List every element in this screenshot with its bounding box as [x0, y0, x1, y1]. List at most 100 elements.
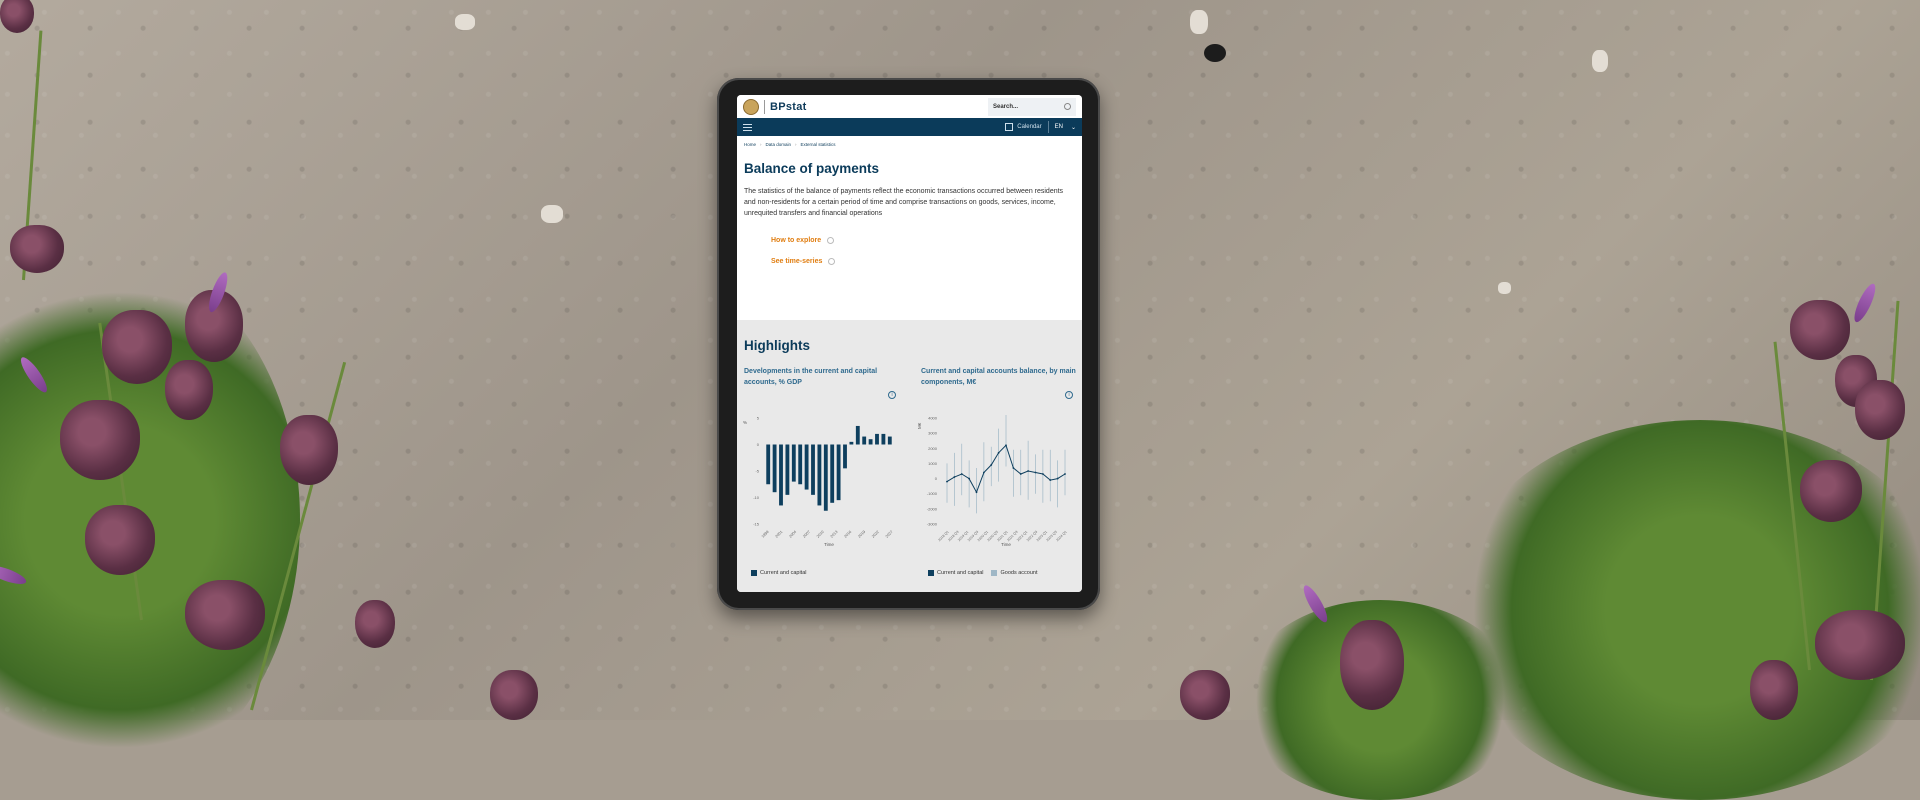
- x-axis-label: Time: [824, 542, 834, 547]
- y-tick-label: -10: [753, 495, 760, 500]
- highlights-section: Highlights Developments in the current a…: [737, 320, 1082, 592]
- bar: [881, 433, 886, 445]
- bar: [791, 444, 796, 482]
- bar: [823, 444, 828, 511]
- search-input[interactable]: Search...: [993, 104, 1018, 110]
- x-tick-label: 2016: [844, 530, 853, 539]
- y-tick-label: -1000: [927, 491, 938, 496]
- search-icon[interactable]: [1064, 103, 1071, 110]
- see-time-series-label: See time-series: [771, 258, 823, 265]
- lavender-flower: [355, 600, 395, 648]
- breadcrumb-separator: ›: [760, 142, 762, 147]
- x-tick-label: 2001: [775, 530, 784, 539]
- language-label: EN: [1054, 124, 1063, 130]
- y-tick-label: -5: [755, 469, 759, 474]
- y-tick-label: -2000: [927, 506, 938, 511]
- data-point: [975, 491, 978, 494]
- breadcrumb-home[interactable]: Home: [744, 142, 756, 147]
- x-tick-label: 2019: [857, 530, 866, 539]
- how-to-explore-link[interactable]: How to explore: [771, 237, 1075, 244]
- hamburger-menu-icon[interactable]: [743, 123, 752, 131]
- legend-swatch: [991, 570, 998, 576]
- pebble: [455, 14, 475, 30]
- bar: [843, 444, 847, 469]
- data-point: [1012, 467, 1015, 469]
- breadcrumb-external-statistics[interactable]: External statistics: [801, 142, 836, 147]
- data-point: [960, 473, 963, 475]
- y-axis-label: M€: [917, 422, 922, 429]
- site-logo[interactable]: BPstat: [770, 101, 807, 113]
- site-header: BPstat Search...: [737, 95, 1082, 118]
- lavender-flower: [1180, 670, 1230, 720]
- chart2-info-icon[interactable]: i: [1065, 391, 1073, 399]
- highlights-title: Highlights: [744, 338, 810, 353]
- lavender-flower: [1815, 610, 1905, 680]
- x-tick-label: 2027: [885, 530, 894, 539]
- bar: [868, 439, 873, 445]
- lavender-flower: [1340, 620, 1404, 710]
- bar: [862, 436, 867, 445]
- chevron-down-icon: ⌄: [1070, 124, 1076, 131]
- lavender-flower: [165, 360, 213, 420]
- bar: [887, 436, 892, 445]
- components-line-chart: M€40003000200010000-1000-2000-30002018 Q…: [917, 414, 1068, 547]
- y-tick-label: 2000: [928, 446, 938, 451]
- x-tick-label: 2013: [830, 530, 839, 539]
- bar: [772, 444, 777, 493]
- data-point: [1041, 473, 1044, 475]
- logo-divider: [764, 99, 765, 114]
- chart1-legend: Current and capital: [751, 570, 806, 576]
- lavender-flower: [85, 505, 155, 575]
- see-time-series-link[interactable]: See time-series: [771, 258, 1075, 265]
- legend-label: Current and capital: [760, 570, 807, 576]
- y-tick-label: 0: [757, 442, 760, 447]
- calendar-label: Calendar: [1017, 124, 1042, 130]
- bar: [766, 444, 771, 485]
- calendar-button[interactable]: Calendar: [1005, 123, 1042, 131]
- x-tick-label: 2024 Q1: [1055, 530, 1067, 542]
- chart1-info-icon[interactable]: i: [888, 391, 896, 399]
- data-point: [990, 464, 993, 466]
- chart2-legend: Current and capital Goods account: [928, 570, 1037, 576]
- legend-label: Goods account: [1000, 570, 1038, 576]
- page-title: Balance of payments: [744, 161, 880, 176]
- bar: [811, 444, 815, 495]
- lavender-flower: [1790, 300, 1850, 360]
- y-tick-label: 5: [757, 416, 760, 421]
- data-point: [997, 451, 1000, 454]
- lavender-flower: [280, 415, 338, 485]
- bar: [849, 441, 854, 445]
- search-box[interactable]: Search...: [988, 97, 1076, 116]
- breadcrumb-separator: ›: [795, 142, 797, 147]
- calendar-icon: [1005, 123, 1014, 131]
- nav-divider: [1047, 121, 1049, 133]
- language-selector[interactable]: EN ⌄: [1055, 124, 1076, 131]
- tablet-screen: BPstat Search... Calendar EN ⌄ Home › Da…: [737, 95, 1082, 592]
- pebble: [1592, 50, 1608, 72]
- data-point: [982, 471, 985, 474]
- lavender-flower: [185, 580, 265, 650]
- chart2-title: Current and capital accounts balance, by…: [921, 368, 1076, 386]
- info-icon[interactable]: [828, 258, 836, 265]
- y-tick-label: 4000: [928, 416, 938, 421]
- y-tick-label: -15: [753, 522, 760, 527]
- y-tick-label: 3000: [928, 431, 938, 436]
- bar: [779, 444, 783, 506]
- chart1-title: Developments in the current and capital …: [744, 368, 878, 386]
- breadcrumb-data-domain[interactable]: Data domain: [766, 142, 792, 147]
- bar: [798, 444, 803, 485]
- bar: [855, 425, 860, 445]
- data-point: [1005, 444, 1007, 447]
- lavender-flower: [1855, 380, 1905, 440]
- y-axis-label: %: [743, 420, 747, 425]
- lavender-flower: [1800, 460, 1862, 522]
- pebble: [541, 205, 563, 223]
- beetle: [1204, 44, 1226, 62]
- y-tick-label: 1000: [928, 461, 938, 466]
- legend-swatch: [751, 570, 757, 576]
- info-icon[interactable]: [827, 237, 835, 244]
- data-point: [953, 476, 956, 478]
- y-tick-label: 0: [935, 476, 938, 481]
- bar: [875, 433, 879, 445]
- x-tick-label: 2022: [871, 530, 880, 539]
